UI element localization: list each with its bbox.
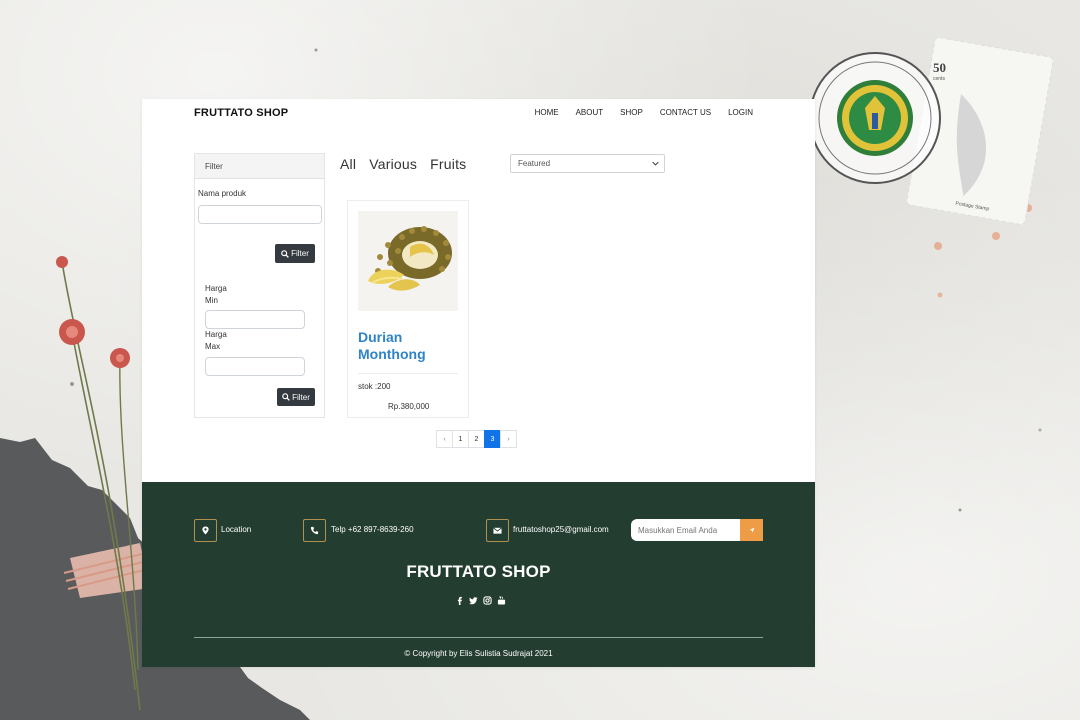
- website-panel: FRUTTATO SHOP HOME ABOUT SHOP CONTACT US…: [142, 99, 815, 667]
- product-name-label: Nama produk: [198, 189, 247, 198]
- card-divider: [358, 373, 458, 374]
- envelope-icon: [486, 519, 509, 542]
- nav-login[interactable]: LOGIN: [728, 108, 753, 117]
- stamp-value: 50: [933, 60, 946, 75]
- pagination-page-2[interactable]: 2: [468, 430, 485, 448]
- footer-phone: Telp +62 897-8639-260: [331, 525, 414, 534]
- newsletter-email-input[interactable]: [631, 519, 741, 541]
- phone-icon: [303, 519, 326, 542]
- price-min-label: Harga Min: [205, 284, 227, 305]
- price-max-input[interactable]: [205, 357, 305, 376]
- twitter-icon[interactable]: [468, 595, 478, 605]
- facebook-icon[interactable]: [454, 595, 464, 605]
- nav-contact-us[interactable]: CONTACT US: [660, 108, 711, 117]
- sort-selected-value: Featured: [518, 159, 551, 168]
- product-title[interactable]: Durian Monthong: [358, 329, 463, 363]
- product-price: Rp.380,000: [388, 402, 430, 411]
- filter-button-label: Filter: [291, 249, 309, 258]
- pagination-page-1[interactable]: 1: [452, 430, 469, 448]
- product-stock: stok :200: [358, 382, 391, 391]
- send-icon: [749, 527, 754, 533]
- search-icon: [281, 249, 289, 258]
- newsletter-submit-button[interactable]: [740, 519, 763, 541]
- footer-brand: FRUTTATO SHOP: [406, 562, 551, 581]
- stamp-currency: cents: [933, 76, 945, 82]
- filter-button-name[interactable]: Filter: [275, 244, 315, 263]
- nav-home[interactable]: HOME: [535, 108, 559, 117]
- pagination-next[interactable]: ›: [500, 430, 517, 448]
- nav-shop[interactable]: SHOP: [620, 108, 643, 117]
- pagination-page-3[interactable]: 3: [484, 430, 501, 448]
- search-icon: [282, 393, 290, 401]
- product-name-input[interactable]: [198, 205, 322, 224]
- footer: Location Telp +62 897-8639-260 fruttatos…: [142, 482, 815, 667]
- footer-divider: [194, 637, 763, 638]
- postage-stamp-decoration: 50 cents Postage Stamp: [809, 38, 1054, 225]
- sort-select[interactable]: Featured: [510, 154, 665, 173]
- social-links: [454, 595, 506, 605]
- filter-sidebar: Filter Nama produk Filter Harga Min Harga…: [194, 153, 325, 418]
- page-title: All Various Fruits: [340, 156, 467, 172]
- footer-email[interactable]: fruttatoshop25@gmail.com: [513, 525, 609, 534]
- filter-button-price[interactable]: Filter: [277, 388, 315, 406]
- product-image: [358, 211, 458, 311]
- filter-header: Filter: [195, 154, 324, 179]
- nav-about[interactable]: ABOUT: [576, 108, 604, 117]
- instagram-icon[interactable]: [482, 595, 492, 605]
- footer-location[interactable]: Location: [221, 525, 251, 534]
- navbar: FRUTTATO SHOP HOME ABOUT SHOP CONTACT US…: [142, 99, 815, 129]
- copyright-text: © Copyright by Elis Sulistia Sudrajat 20…: [404, 649, 553, 658]
- navbar-brand[interactable]: FRUTTATO SHOP: [194, 107, 288, 119]
- price-max-label: Harga Max: [205, 330, 227, 351]
- filter-button-label: Filter: [292, 392, 310, 402]
- price-min-input[interactable]: [205, 310, 305, 329]
- location-icon: [194, 519, 217, 542]
- youtube-icon[interactable]: [496, 595, 506, 605]
- pagination: ‹ 1 2 3 ›: [436, 430, 517, 448]
- chevron-down-icon: [652, 161, 659, 166]
- pagination-prev[interactable]: ‹: [436, 430, 453, 448]
- nav-links: HOME ABOUT SHOP CONTACT US LOGIN: [518, 108, 753, 117]
